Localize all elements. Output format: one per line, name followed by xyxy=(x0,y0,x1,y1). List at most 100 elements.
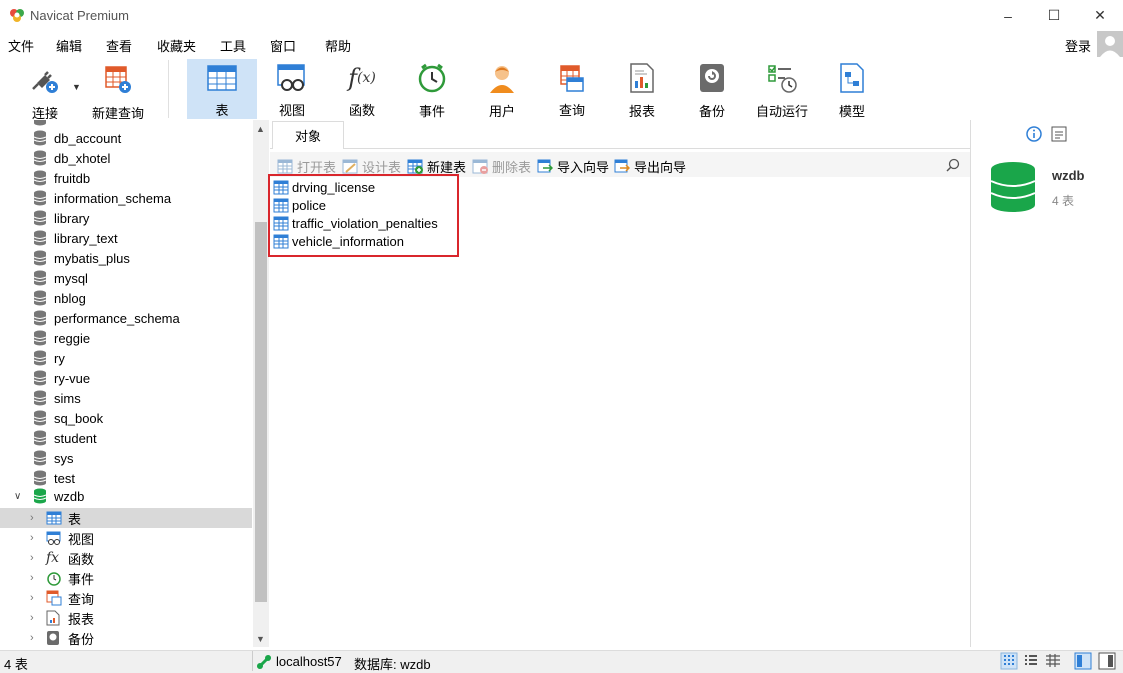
tree-schema-label: 事件 xyxy=(68,571,95,587)
search-icon[interactable] xyxy=(946,158,960,175)
tree-schema-item[interactable]: › 查询 xyxy=(30,588,94,608)
tree-db-item[interactable]: library_text xyxy=(33,228,180,248)
detail-view-icon[interactable] xyxy=(1044,652,1062,673)
connect-dropdown-icon[interactable]: ▼ xyxy=(72,82,81,92)
tree-db-item[interactable]: student xyxy=(33,428,180,448)
toolbar-tables-label: 表 xyxy=(215,103,229,118)
menu-help[interactable]: 帮助 xyxy=(325,36,351,55)
tree-db-item[interactable]: mybatis_plus xyxy=(33,248,180,268)
tree-db-item[interactable]: sys xyxy=(33,448,180,468)
tree-db-item[interactable]: library xyxy=(33,208,180,228)
import-wizard-button[interactable]: 导入向导 xyxy=(537,157,609,176)
list-view-icon[interactable] xyxy=(1022,652,1040,673)
info-icon[interactable] xyxy=(1026,126,1042,145)
tree-schema-item[interactable]: › 报表 xyxy=(30,608,94,628)
menu-edit[interactable]: 编辑 xyxy=(56,36,82,55)
toolbar-model-button[interactable]: 模型 xyxy=(817,59,887,119)
menu-window[interactable]: 窗口 xyxy=(270,36,296,55)
tree-db-label: ry-vue xyxy=(54,370,91,386)
tree-db-item[interactable]: sq_book xyxy=(33,408,180,428)
tree-db-item[interactable]: nblog xyxy=(33,288,180,308)
tree-db-label: mybatis_plus xyxy=(54,250,130,266)
tree-db-item[interactable]: db_xhotel xyxy=(33,148,180,168)
report-icon xyxy=(626,63,658,93)
tree-db-label: sims xyxy=(54,390,81,406)
status-separator xyxy=(252,651,253,671)
tree-db-item[interactable]: sims xyxy=(33,388,180,408)
tree-db-item[interactable]: test xyxy=(33,468,180,488)
grid-view-icon[interactable] xyxy=(1000,652,1018,673)
toolbar-backup-button[interactable]: 备份 xyxy=(677,59,747,119)
avatar[interactable] xyxy=(1097,31,1123,57)
tree-db-label: wzdb xyxy=(54,488,85,504)
export-icon xyxy=(614,159,630,173)
tree-db-wzdb[interactable]: ∨ wzdb xyxy=(14,488,84,504)
toolbar-queries-button[interactable]: 查询 xyxy=(537,59,607,119)
chevron-right-icon[interactable]: › xyxy=(30,532,44,544)
menu-tools[interactable]: 工具 xyxy=(220,36,246,55)
tree-scrollbar-thumb[interactable] xyxy=(255,222,267,602)
new-query-button[interactable]: 新建查询 xyxy=(83,59,153,121)
toolbar-reports-button[interactable]: 报表 xyxy=(607,59,677,119)
menu-file[interactable]: 文件 xyxy=(8,36,34,55)
left-panel-toggle-icon[interactable] xyxy=(1074,652,1092,673)
toolbar-users-button[interactable]: 用户 xyxy=(467,59,537,119)
toolbar-tables-button[interactable]: 表 xyxy=(187,59,257,119)
login-link[interactable]: 登录 xyxy=(1065,36,1091,55)
tree-db-item[interactable]: information_schema xyxy=(33,188,180,208)
clock-icon xyxy=(46,570,62,586)
maximize-button[interactable]: ☐ xyxy=(1031,0,1077,31)
tree-db-item[interactable]: ry-vue xyxy=(33,368,180,388)
table-icon xyxy=(46,511,62,525)
tree-db-label: sys xyxy=(54,450,74,466)
chevron-right-icon[interactable]: › xyxy=(30,552,44,564)
ddl-icon[interactable] xyxy=(1051,126,1067,145)
database-icon xyxy=(33,270,47,286)
toolbar-automation-button[interactable]: 自动运行 xyxy=(747,59,817,119)
menu-favorites[interactable]: 收藏夹 xyxy=(157,36,196,55)
tree-db-item[interactable]: performance_schema xyxy=(33,308,180,328)
database-large-icon xyxy=(989,161,1037,216)
tree-schema-item[interactable]: › 视图 xyxy=(30,528,94,548)
chevron-right-icon[interactable]: › xyxy=(30,632,44,644)
tree-db-label: information_schema xyxy=(54,190,172,206)
toolbar-functions-button[interactable]: f (x) 函数 xyxy=(327,59,397,119)
scroll-down-icon[interactable]: ▼ xyxy=(256,634,265,644)
new-table-icon xyxy=(407,159,423,174)
panel-divider[interactable] xyxy=(970,120,971,647)
tree-schema-item[interactable]: › 事件 xyxy=(30,568,94,588)
tree-db-item[interactable]: db_account xyxy=(33,128,180,148)
chevron-right-icon[interactable]: › xyxy=(30,512,44,524)
database-green-icon xyxy=(33,488,47,504)
chevron-right-icon[interactable]: › xyxy=(30,592,44,604)
delete-table-button[interactable]: 删除表 xyxy=(472,157,531,176)
chevron-right-icon[interactable]: › xyxy=(30,612,44,624)
scroll-up-icon[interactable]: ▲ xyxy=(256,124,265,134)
tab-bar xyxy=(270,120,970,149)
chevron-right-icon[interactable]: › xyxy=(30,572,44,584)
database-icon xyxy=(33,150,47,166)
export-wizard-button[interactable]: 导出向导 xyxy=(614,157,686,176)
minimize-button[interactable]: – xyxy=(985,0,1031,31)
connect-button[interactable]: 连接 xyxy=(10,59,80,121)
tree-schema-item[interactable]: › fx 函数 xyxy=(30,548,94,568)
tree-schema-item[interactable]: › 表 xyxy=(30,508,94,528)
tree-db-label: student xyxy=(54,430,97,446)
tab-objects[interactable]: 对象 xyxy=(272,121,344,149)
import-wizard-label: 导入向导 xyxy=(557,160,610,175)
right-panel-toggle-icon[interactable] xyxy=(1098,652,1116,673)
tree-db-item[interactable]: fruitdb xyxy=(33,168,180,188)
tree-db-item[interactable]: mysql xyxy=(33,268,180,288)
chevron-down-icon[interactable]: ∨ xyxy=(14,491,28,502)
close-button[interactable]: ✕ xyxy=(1077,0,1123,31)
toolbar-views-button[interactable]: 视图 xyxy=(257,59,327,119)
menu-view[interactable]: 查看 xyxy=(106,36,132,55)
tree-schema-label: 表 xyxy=(68,511,82,527)
tree-db-label: ry xyxy=(54,350,65,366)
tree-schema-item[interactable]: › 备份 xyxy=(30,628,94,647)
tree-db-item[interactable]: reggie xyxy=(33,328,180,348)
tree-db-item[interactable]: ry xyxy=(33,348,180,368)
toolbar-events-button[interactable]: 事件 xyxy=(397,59,467,119)
tree-db-label: performance_schema xyxy=(54,310,180,326)
navigation-tree: - db_account db_xhotelfruitdb information_… xyxy=(0,120,252,647)
